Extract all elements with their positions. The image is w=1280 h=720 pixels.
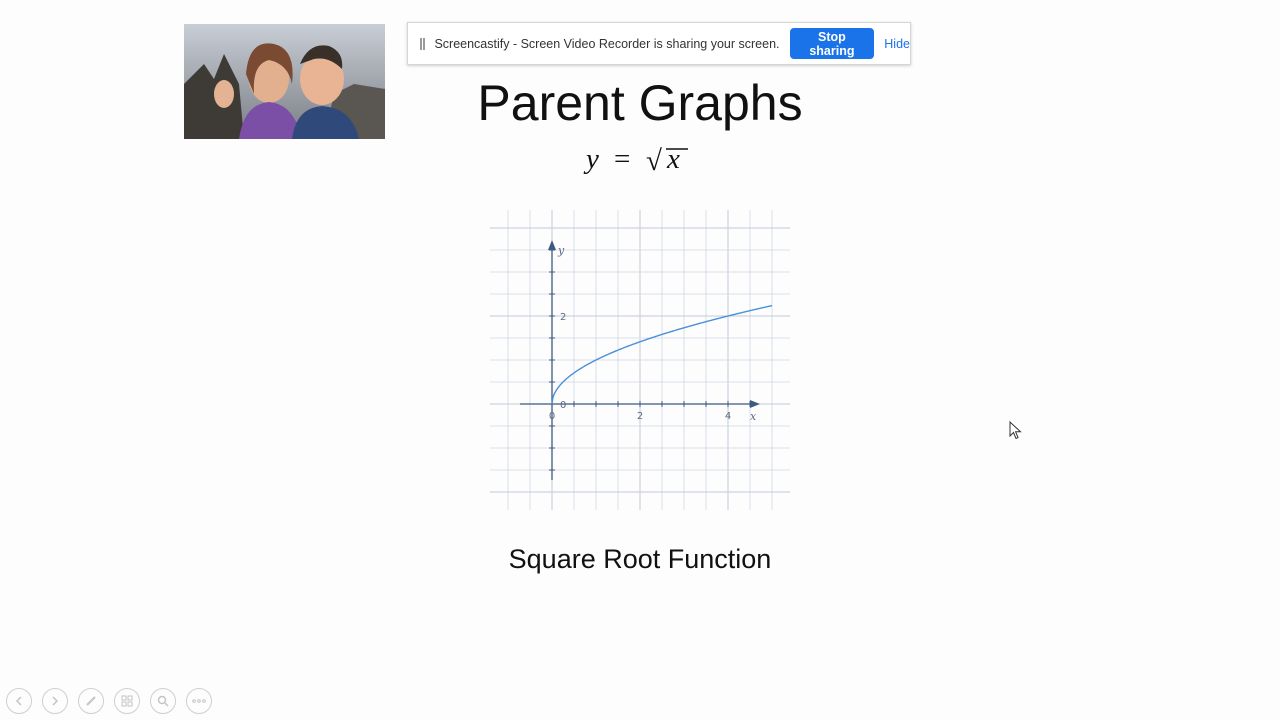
radical-sign: √ (646, 145, 662, 177)
x-axis-label: x (750, 410, 757, 423)
equation-lhs: y (586, 143, 599, 175)
slide-title: Parent Graphs (477, 75, 803, 131)
zoom-icon[interactable] (150, 688, 176, 714)
drag-handle-icon[interactable] (420, 37, 426, 50)
x-axis-arrow (750, 400, 760, 408)
stop-sharing-button[interactable]: Stop sharing (789, 28, 875, 59)
y-tick-label: 2 (560, 312, 566, 323)
equation: y = √ x (586, 141, 696, 181)
previous-icon[interactable] (6, 688, 32, 714)
mouse-cursor-icon (1009, 421, 1022, 440)
slides-icon[interactable] (114, 688, 140, 714)
more-icon[interactable] (186, 688, 212, 714)
x-tick-label: 4 (725, 411, 731, 422)
screen-share-bar: Screencastify - Screen Video Recorder is… (407, 22, 911, 65)
x-tick-label: 0 (549, 411, 555, 422)
y-axis-arrow (548, 240, 556, 250)
equation-equals: = (614, 143, 631, 175)
pen-icon[interactable] (78, 688, 104, 714)
square-root-graph: 0 2 4 0 2 x y (490, 210, 790, 510)
y-tick-label: 0 (560, 400, 566, 411)
next-icon[interactable] (42, 688, 68, 714)
slide-subtitle: Square Root Function (508, 544, 772, 574)
radical-bar (666, 148, 688, 150)
x-tick-label: 2 (637, 411, 643, 422)
share-message: Screencastify - Screen Video Recorder is… (434, 36, 780, 51)
hide-button[interactable]: Hide (884, 37, 910, 51)
presenter-controls (6, 688, 212, 714)
y-axis-label: y (557, 244, 565, 257)
